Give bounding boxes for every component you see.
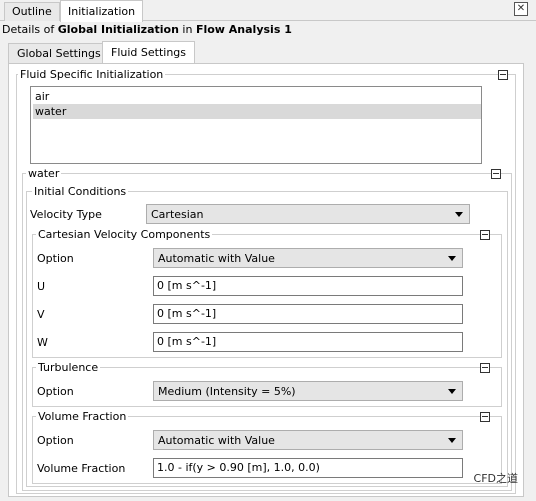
tab-fluid-settings[interactable]: Fluid Settings — [102, 41, 196, 64]
details-mid: in — [178, 23, 196, 36]
vf-option-value: Automatic with Value — [158, 434, 275, 447]
w-label: W — [37, 336, 48, 349]
list-item[interactable]: air — [33, 89, 481, 104]
details-prefix: Details of — [2, 23, 58, 36]
details-header: Details of Global Initialization in Flow… — [2, 22, 292, 38]
cartesian-option-value: Automatic with Value — [158, 252, 275, 265]
v-label: V — [37, 308, 45, 321]
water-group-title: water — [26, 167, 62, 180]
velocity-type-label: Velocity Type — [30, 208, 102, 221]
collapse-icon[interactable] — [480, 412, 490, 422]
w-field[interactable]: 0 [m s^-1] — [153, 332, 463, 352]
tab-initialization[interactable]: Initialization — [60, 0, 144, 22]
tab-outline[interactable]: Outline — [4, 2, 60, 21]
turbulence-option-value: Medium (Intensity = 5%) — [158, 385, 296, 398]
option-label: Option — [37, 252, 74, 265]
velocity-type-value: Cartesian — [151, 208, 204, 221]
turbulence-title: Turbulence — [36, 361, 101, 374]
volume-fraction-field[interactable]: 1.0 - if(y > 0.90 [m], 1.0, 0.0) — [153, 458, 463, 478]
cartesian-option-select[interactable]: Automatic with Value — [153, 248, 463, 268]
chevron-down-icon — [448, 389, 456, 394]
initial-conditions-title: Initial Conditions — [32, 185, 129, 198]
collapse-icon[interactable] — [491, 169, 501, 179]
details-target: Flow Analysis 1 — [195, 23, 292, 36]
turbulence-option-select[interactable]: Medium (Intensity = 5%) — [153, 381, 463, 401]
vf-option-label: Option — [37, 434, 74, 447]
fluid-list[interactable]: air water — [30, 86, 482, 164]
velocity-type-select[interactable]: Cartesian — [146, 204, 470, 224]
tab-global-settings[interactable]: Global Settings — [8, 43, 110, 63]
close-icon[interactable]: ✕ — [514, 2, 528, 16]
turbulence-option-label: Option — [37, 385, 74, 398]
vf-option-select[interactable]: Automatic with Value — [153, 430, 463, 450]
u-field[interactable]: 0 [m s^-1] — [153, 276, 463, 296]
chevron-down-icon — [448, 438, 456, 443]
watermark: CFD之道 — [473, 472, 518, 485]
collapse-icon[interactable] — [480, 230, 490, 240]
chevron-down-icon — [448, 256, 456, 261]
chevron-down-icon — [455, 212, 463, 217]
list-item-selected[interactable]: water — [33, 104, 481, 119]
u-label: U — [37, 280, 46, 293]
collapse-icon[interactable] — [498, 70, 508, 80]
details-object: Global Initialization — [57, 23, 179, 36]
cartesian-title: Cartesian Velocity Components — [36, 228, 213, 241]
volume-fraction-title: Volume Fraction — [36, 410, 129, 423]
v-field[interactable]: 0 [m s^-1] — [153, 304, 463, 324]
volume-fraction-label: Volume Fraction — [37, 462, 126, 475]
collapse-icon[interactable] — [480, 363, 490, 373]
fluid-specific-title: Fluid Specific Initialization — [18, 68, 166, 81]
